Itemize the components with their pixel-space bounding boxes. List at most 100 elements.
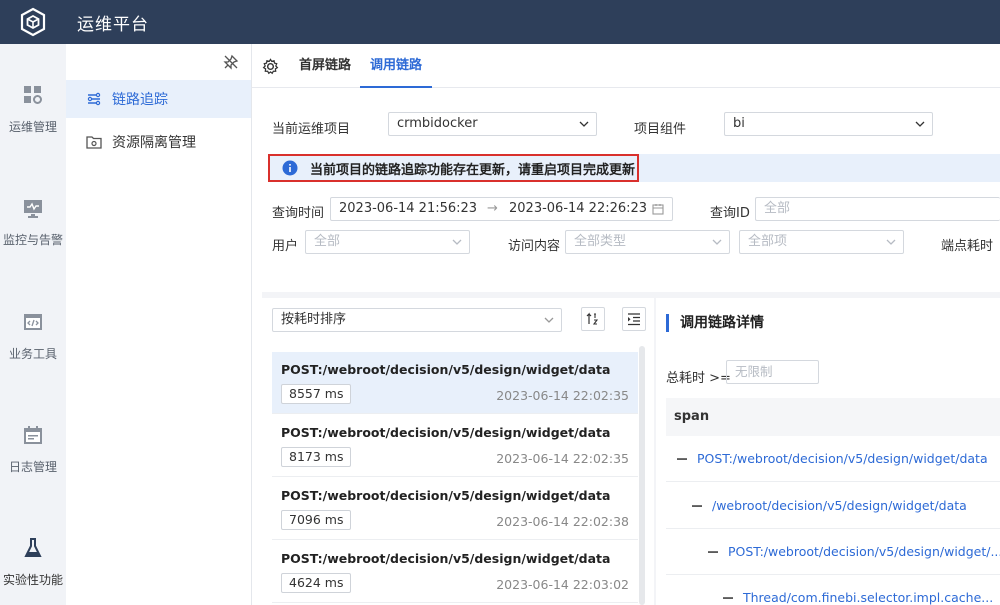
info-icon	[282, 160, 298, 176]
chevron-down-icon	[886, 239, 896, 245]
span-row[interactable]: POST:/webroot/decision/v5/design/widget/…	[666, 436, 1000, 482]
query-id-input[interactable]: 全部	[755, 197, 1000, 221]
trace-time: 2023-06-14 22:02:35	[496, 388, 629, 403]
toggle-list-button[interactable]	[622, 307, 646, 331]
component-label: 项目组件	[634, 122, 687, 137]
tab-first-screen[interactable]: 首屏链路	[299, 44, 351, 88]
rail-label: 业务工具	[8, 347, 57, 361]
flask-icon	[24, 538, 42, 557]
project-select[interactable]: crmbidocker	[388, 112, 597, 136]
chevron-down-icon	[579, 121, 589, 127]
span-row[interactable]: /webroot/decision/v5/design/widget/data	[666, 483, 1000, 529]
user-select[interactable]: 全部	[305, 230, 470, 254]
subnav-item-trace[interactable]: 链路追踪	[66, 80, 251, 118]
trace-item[interactable]: POST:/webroot/decision/v5/design/widget/…	[272, 352, 638, 414]
trace-item[interactable]: POST:/webroot/decision/v5/design/widget/…	[272, 478, 638, 540]
span-row[interactable]: POST:/webroot/decision/v5/design/widget/…	[666, 529, 1000, 575]
user-label: 用户	[272, 239, 299, 254]
total-duration-input[interactable]: 无限制	[726, 360, 819, 384]
trace-path: POST:/webroot/decision/v5/design/widget/…	[281, 425, 611, 440]
rail-item-tools[interactable]: 业务工具	[0, 311, 66, 362]
time-label: 查询时间	[272, 206, 325, 221]
main-area: 首屏链路 调用链路 当前运维项目 crmbidocker 项目组件 bi 当前项…	[252, 44, 1000, 605]
trace-duration: 7096 ms	[281, 510, 352, 530]
range-arrow-icon: →	[487, 201, 498, 216]
dashboard-icon	[24, 86, 42, 104]
collapse-icon[interactable]	[707, 546, 719, 558]
component-select[interactable]: bi	[724, 112, 933, 136]
project-select-value: crmbidocker	[397, 116, 478, 131]
collapse-icon[interactable]	[722, 592, 734, 604]
time-end: 2023-06-14 22:26:23	[509, 201, 648, 216]
sort-select[interactable]: 按耗时排序	[272, 308, 562, 332]
update-notice-bar: 当前项目的链路追踪功能存在更新，请重启项目完成更新	[268, 154, 1000, 182]
monitor-icon	[24, 200, 42, 218]
access-item-select[interactable]: 全部项	[739, 230, 904, 254]
rail-label: 日志管理	[8, 460, 57, 474]
collapse-icon[interactable]	[691, 500, 703, 512]
sub-navigation: 链路追踪 资源隔离管理	[66, 44, 252, 605]
tab-bar: 首屏链路 调用链路	[252, 44, 1000, 88]
time-start: 2023-06-14 21:56:23	[339, 201, 478, 216]
query-id-label: 查询ID	[710, 206, 750, 221]
update-notice: 当前项目的链路追踪功能存在更新，请重启项目完成更新	[268, 154, 639, 182]
rail-item-logs[interactable]: 日志管理	[0, 424, 66, 475]
tab-call-chain[interactable]: 调用链路	[360, 44, 433, 88]
folder-settings-icon	[86, 136, 102, 149]
trace-duration: 4624 ms	[281, 573, 352, 593]
rail-item-ops[interactable]: 运维管理	[0, 84, 66, 135]
subnav-label: 资源隔离管理	[112, 135, 196, 151]
total-duration-label: 总耗时 >=	[666, 371, 731, 386]
rail-item-monitor[interactable]: 监控与告警	[0, 197, 66, 248]
module-rail: 运维管理 监控与告警 业务工具 日志管理 实验性功能	[0, 44, 66, 605]
sort-select-value: 按耗时排序	[281, 312, 347, 327]
trace-list-panel: 按耗时排序 POST:/webroot/decision/v5/design/w…	[262, 298, 654, 605]
trace-time: 2023-06-14 22:02:38	[496, 514, 629, 529]
trace-icon	[87, 92, 101, 106]
chevron-down-icon	[712, 239, 722, 245]
trace-path: POST:/webroot/decision/v5/design/widget/…	[281, 362, 611, 377]
app-title: 运维平台	[77, 14, 149, 35]
trace-item[interactable]: POST:/webroot/decision/v5/design/widget/…	[272, 415, 638, 477]
trace-time: 2023-06-14 22:02:35	[496, 451, 629, 466]
time-range-picker[interactable]: 2023-06-14 21:56:23 → 2023-06-14 22:26:2…	[330, 197, 673, 221]
access-label: 访问内容	[508, 239, 561, 254]
project-label: 当前运维项目	[272, 122, 351, 137]
notice-text: 当前项目的链路追踪功能存在更新，请重启项目完成更新	[310, 162, 636, 178]
trace-detail-panel: 调用链路详情 总耗时 >= 无限制 span POST:/webroot/dec…	[656, 298, 1000, 605]
rail-label: 实验性功能	[2, 573, 63, 587]
trace-time: 2023-06-14 22:03:02	[496, 577, 629, 592]
app-logo-icon[interactable]	[0, 0, 66, 44]
trace-duration: 8557 ms	[281, 384, 352, 404]
span-label: Thread/com.finebi.selector.impl.cache...	[743, 590, 994, 605]
span-label: POST:/webroot/decision/v5/design/widget/…	[697, 451, 988, 466]
access-type-value: 全部类型	[574, 234, 627, 249]
subnav-label: 链路追踪	[112, 92, 168, 108]
list-scrollbar[interactable]	[639, 346, 645, 605]
list-indent-icon	[628, 313, 640, 326]
endpoint-label: 端点耗时	[941, 239, 994, 254]
collapse-icon[interactable]	[676, 453, 688, 465]
top-bar: 运维平台	[0, 0, 1000, 44]
rail-item-experimental[interactable]: 实验性功能	[0, 537, 66, 588]
filter-panel: 当前运维项目 crmbidocker 项目组件 bi 当前项目的链路追踪功能存在…	[262, 98, 1000, 292]
unpin-icon[interactable]	[223, 54, 239, 70]
component-select-value: bi	[733, 116, 745, 131]
detail-title: 调用链路详情	[666, 314, 764, 332]
sort-order-button[interactable]	[581, 307, 605, 331]
code-window-icon	[24, 314, 42, 330]
span-column-header: span	[666, 398, 1000, 436]
content-area: 当前运维项目 crmbidocker 项目组件 bi 当前项目的链路追踪功能存在…	[262, 98, 1000, 605]
calendar-log-icon	[24, 426, 42, 444]
access-type-select[interactable]: 全部类型	[565, 230, 730, 254]
span-row[interactable]: Thread/com.finebi.selector.impl.cache...	[666, 575, 1000, 605]
trace-item[interactable]: POST:/webroot/decision/v5/design/widget/…	[272, 541, 638, 603]
user-select-value: 全部	[314, 234, 341, 249]
rail-label: 运维管理	[8, 120, 57, 134]
span-label: /webroot/decision/v5/design/widget/data	[712, 498, 967, 513]
settings-gear-icon[interactable]	[262, 58, 279, 75]
span-label: POST:/webroot/decision/v5/design/widget/…	[728, 544, 1000, 559]
subnav-item-isolation[interactable]: 资源隔离管理	[66, 123, 251, 161]
chevron-down-icon	[452, 239, 462, 245]
sort-order-icon	[586, 312, 599, 325]
